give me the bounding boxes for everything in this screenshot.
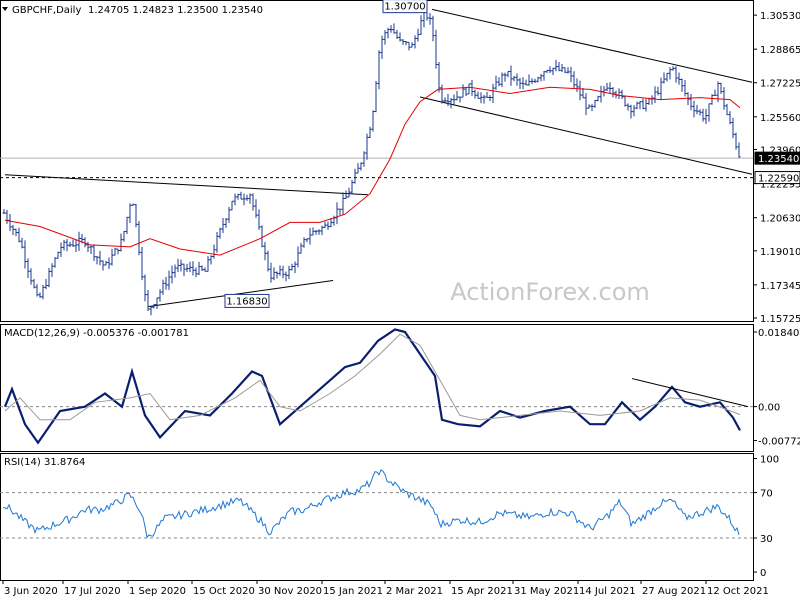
x-axis-label: 14 Jul 2021 bbox=[579, 586, 636, 597]
macd-title: MACD(12,26,9) -0.005376 -0.001781 bbox=[4, 328, 189, 339]
price-axis-label: 1.28865 bbox=[760, 45, 800, 56]
x-axis-label: 2 Mar 2021 bbox=[386, 586, 443, 597]
price-panel-frame bbox=[0, 0, 754, 322]
price-axis-label: 1.30530 bbox=[760, 11, 800, 22]
macd-axis: 0.018405 0.00 -0.007724 bbox=[753, 328, 800, 448]
chart-header: GBPCHF,Daily 1.24705 1.24823 1.23500 1.2… bbox=[2, 5, 263, 16]
x-axis-label: 31 May 2021 bbox=[514, 586, 579, 597]
price-annotation-label: 1.16830 bbox=[226, 296, 267, 307]
x-axis-label: 3 Jun 2020 bbox=[4, 586, 58, 597]
price-axis-label: 1.17345 bbox=[760, 281, 800, 292]
price-annotation-label: 1.30700 bbox=[384, 2, 425, 13]
header-ohlc: 1.24705 1.24823 1.23500 1.23540 bbox=[88, 5, 263, 16]
price-axis: 1.305301.288651.272251.255601.239601.222… bbox=[753, 11, 800, 325]
x-axis: 3 Jun 2020 17 Jul 2020 1 Sep 2020 15 Oct 20… bbox=[2, 580, 769, 597]
x-axis-label: 1 Sep 2020 bbox=[129, 586, 186, 597]
price-axis-label: 1.25560 bbox=[760, 113, 800, 124]
header-symbol: GBPCHF,Daily bbox=[12, 5, 81, 16]
rsi-axis-label: 100 bbox=[760, 455, 779, 466]
price-axis-label: 1.19010 bbox=[760, 247, 800, 258]
price-axis-label: 1.20630 bbox=[760, 214, 800, 225]
x-axis-label: 15 Oct 2020 bbox=[193, 586, 255, 597]
price-tag-label: 1.23540 bbox=[758, 154, 799, 165]
x-axis-label: 30 Nov 2020 bbox=[258, 586, 322, 597]
macd-axis-label: -0.007724 bbox=[758, 437, 800, 448]
macd-axis-label: 0.00 bbox=[758, 403, 780, 414]
x-axis-label: 12 Oct 2021 bbox=[707, 586, 769, 597]
rsi-axis-label: 0 bbox=[760, 568, 766, 579]
x-axis-label: 15 Jan 2021 bbox=[323, 586, 383, 597]
chart-root: ActionForex.com 1.30700 1.16830 1.30530 1.… bbox=[0, 0, 800, 600]
watermark: ActionForex.com bbox=[450, 278, 650, 306]
x-axis-label: 17 Jul 2020 bbox=[64, 586, 121, 597]
price-tag-label: 1.22590 bbox=[758, 174, 799, 185]
rsi-title: RSI(14) 31.8764 bbox=[4, 457, 85, 468]
rsi-axis-label: 70 bbox=[760, 489, 773, 500]
price-axis-label: 1.15725 bbox=[760, 314, 800, 325]
x-axis-label: 15 Apr 2021 bbox=[451, 586, 513, 597]
x-axis-label: 27 Aug 2021 bbox=[642, 586, 706, 597]
chart-svg: ActionForex.com 1.30700 1.16830 1.30530 1.… bbox=[0, 0, 800, 597]
rsi-axis-label: 30 bbox=[760, 534, 773, 545]
price-axis-label: 1.27225 bbox=[760, 79, 800, 90]
macd-axis-label: 0.018405 bbox=[758, 328, 800, 339]
rsi-axis: 100 70 30 0 bbox=[753, 455, 779, 579]
